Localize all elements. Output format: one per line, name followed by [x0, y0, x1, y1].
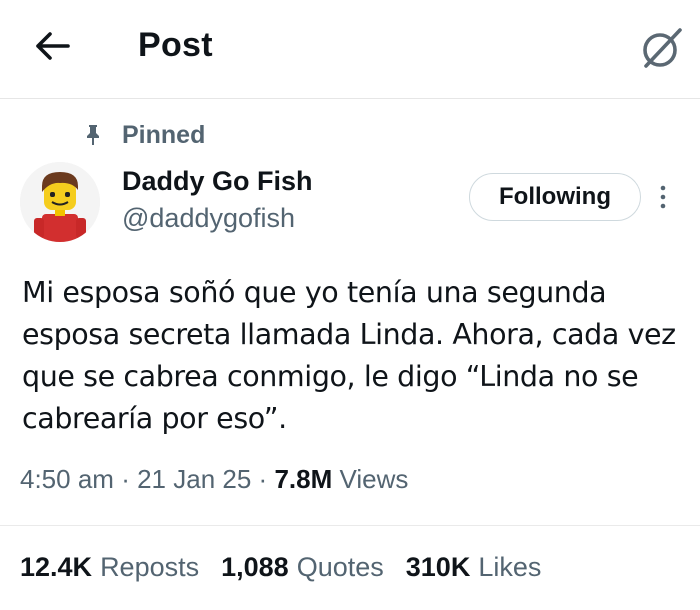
reposts-stat[interactable]: 12.4K Reposts	[20, 552, 199, 583]
reposts-count: 12.4K	[20, 552, 93, 582]
quotes-label: Quotes	[296, 552, 384, 582]
pin-icon	[87, 125, 99, 145]
views-count: 7.8M	[274, 464, 333, 494]
pinned-indicator: Pinned	[84, 120, 205, 150]
avatar[interactable]	[20, 162, 100, 242]
pinned-label: Pinned	[122, 120, 206, 149]
author-handle[interactable]: @daddygofish	[122, 203, 295, 234]
header-divider	[0, 98, 700, 99]
likes-stat[interactable]: 310K Likes	[406, 552, 542, 583]
more-options-icon[interactable]	[656, 180, 670, 214]
tweet-date[interactable]: 21 Jan 25	[137, 464, 251, 494]
page-title: Post	[138, 26, 213, 64]
tweet-time[interactable]: 4:50 am	[20, 464, 114, 494]
tweet-meta: 4:50 am · 21 Jan 25 · 7.8M Views	[20, 464, 408, 495]
tweet-text: Mi esposa soñó que yo tenía una segunda …	[22, 276, 676, 435]
likes-count: 310K	[405, 552, 471, 582]
tweet-stats: 12.4K Reposts 1,088 Quotes 310K Likes	[20, 552, 563, 583]
lego-figure-avatar-icon	[20, 162, 100, 242]
stats-divider	[0, 525, 700, 526]
quotes-stat[interactable]: 1,088 Quotes	[221, 552, 384, 583]
post-header: Post	[0, 0, 700, 98]
views-label: Views	[339, 464, 409, 494]
author-display-name[interactable]: Daddy Go Fish	[122, 166, 313, 197]
arrow-left-icon[interactable]	[30, 26, 74, 66]
following-button[interactable]: Following	[469, 173, 641, 221]
likes-label: Likes	[478, 552, 542, 582]
meta-separator: ·	[258, 464, 268, 494]
meta-separator: ·	[121, 464, 130, 494]
grok-icon[interactable]	[638, 24, 686, 72]
reposts-label: Reposts	[100, 552, 200, 582]
quotes-count: 1,088	[221, 552, 289, 582]
